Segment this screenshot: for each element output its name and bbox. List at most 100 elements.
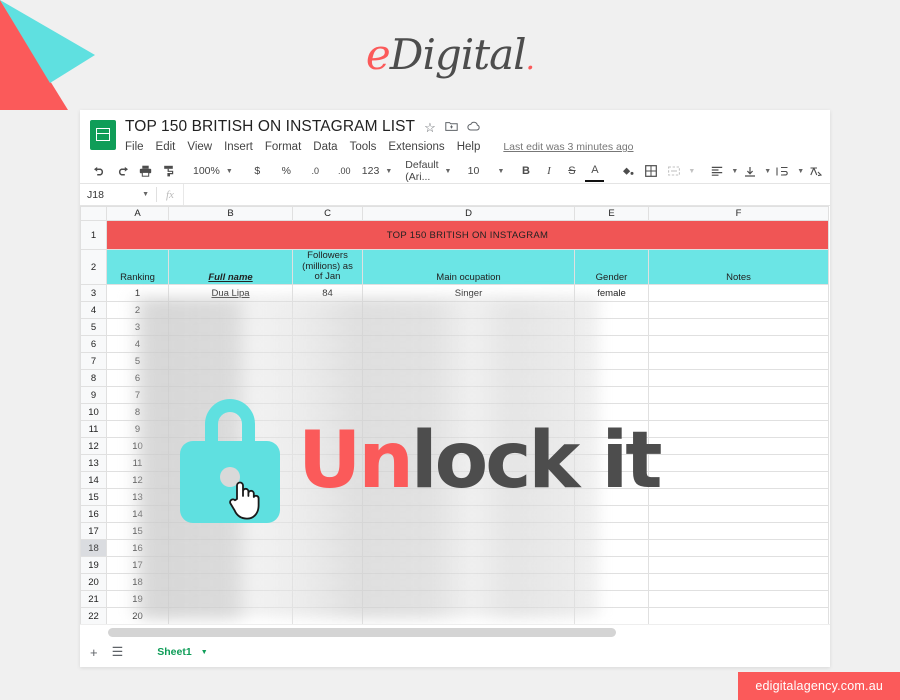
cell-gender[interactable]: female bbox=[574, 284, 649, 302]
cell-followers[interactable] bbox=[292, 573, 363, 591]
row-header[interactable]: 18 bbox=[80, 539, 107, 557]
move-to-folder-icon[interactable] bbox=[445, 121, 458, 134]
name-box[interactable]: J18 ▼ bbox=[80, 189, 156, 201]
cell-followers[interactable] bbox=[292, 607, 363, 624]
row-header[interactable]: 12 bbox=[80, 437, 107, 455]
cell-ranking[interactable]: 7 bbox=[106, 386, 169, 404]
cell-ranking[interactable]: 6 bbox=[106, 369, 169, 387]
horizontal-scrollbar-thumb[interactable] bbox=[108, 628, 616, 637]
horizontal-align-icon[interactable] bbox=[707, 162, 726, 181]
cell-occupation[interactable] bbox=[362, 301, 575, 319]
cell-gender[interactable] bbox=[574, 437, 649, 455]
zoom-control[interactable]: 100% ▼ bbox=[190, 165, 233, 177]
cell-full-name[interactable] bbox=[168, 573, 293, 591]
cell-gender[interactable] bbox=[574, 403, 649, 421]
formula-input[interactable] bbox=[182, 184, 830, 205]
column-header-c[interactable]: C bbox=[292, 206, 363, 221]
cell-notes[interactable] bbox=[648, 284, 829, 302]
cell-full-name[interactable] bbox=[168, 607, 293, 624]
cell-followers[interactable] bbox=[292, 386, 363, 404]
cell-full-name[interactable] bbox=[168, 301, 293, 319]
cell-occupation[interactable] bbox=[362, 386, 575, 404]
cell-notes[interactable] bbox=[648, 318, 829, 336]
cell-occupation[interactable] bbox=[362, 437, 575, 455]
cell-notes[interactable] bbox=[648, 403, 829, 421]
cell-gender[interactable] bbox=[574, 420, 649, 438]
row-header[interactable]: 10 bbox=[80, 403, 107, 421]
increase-decimal-button[interactable]: .00 bbox=[332, 162, 357, 181]
cell-followers[interactable] bbox=[292, 420, 363, 438]
row-header[interactable]: 1 bbox=[80, 220, 107, 250]
cell-gender[interactable] bbox=[574, 522, 649, 540]
cell-gender[interactable] bbox=[574, 386, 649, 404]
cell-gender[interactable] bbox=[574, 539, 649, 557]
cell-notes[interactable] bbox=[648, 488, 829, 506]
cell-full-name[interactable] bbox=[168, 556, 293, 574]
last-edit-status[interactable]: Last edit was 3 minutes ago bbox=[503, 141, 633, 153]
cell-gender[interactable] bbox=[574, 573, 649, 591]
chevron-down-icon[interactable]: ▼ bbox=[731, 168, 738, 175]
column-header-e[interactable]: E bbox=[574, 206, 649, 221]
cell-followers[interactable] bbox=[292, 352, 363, 370]
cell-notes[interactable] bbox=[648, 471, 829, 489]
row-header[interactable]: 20 bbox=[80, 573, 107, 591]
cell-occupation[interactable] bbox=[362, 539, 575, 557]
cell-gender[interactable] bbox=[574, 556, 649, 574]
font-family-select[interactable]: Default (Ari... ▼ bbox=[402, 159, 451, 183]
cell-followers[interactable] bbox=[292, 488, 363, 506]
cell-notes[interactable] bbox=[648, 505, 829, 523]
document-title[interactable]: TOP 150 BRITISH ON INSTAGRAM LIST bbox=[125, 118, 415, 136]
menu-edit[interactable]: Edit bbox=[156, 141, 176, 153]
merge-cells-icon[interactable] bbox=[664, 162, 683, 181]
cell-gender[interactable] bbox=[574, 369, 649, 387]
cell-ranking[interactable]: 1 bbox=[106, 284, 169, 302]
row-header[interactable]: 21 bbox=[80, 590, 107, 608]
cell-occupation[interactable] bbox=[362, 573, 575, 591]
font-size-select[interactable]: 10 ▼ bbox=[461, 165, 505, 177]
cell-notes[interactable] bbox=[648, 590, 829, 608]
cell-gender[interactable] bbox=[574, 505, 649, 523]
cell-full-name[interactable] bbox=[168, 318, 293, 336]
cell-occupation[interactable] bbox=[362, 522, 575, 540]
cell-ranking[interactable]: 9 bbox=[106, 420, 169, 438]
currency-format-button[interactable]: $ bbox=[245, 162, 270, 181]
cell-occupation[interactable] bbox=[362, 556, 575, 574]
cell-full-name[interactable] bbox=[168, 590, 293, 608]
cell-notes[interactable] bbox=[648, 420, 829, 438]
cell-full-name[interactable] bbox=[168, 437, 293, 455]
cell-followers[interactable] bbox=[292, 556, 363, 574]
cell-ranking[interactable]: 8 bbox=[106, 403, 169, 421]
menu-help[interactable]: Help bbox=[457, 141, 481, 153]
cell-ranking[interactable]: 20 bbox=[106, 607, 169, 624]
text-color-button[interactable]: A bbox=[585, 161, 605, 182]
number-format-menu[interactable]: 123 ▼ bbox=[359, 165, 392, 177]
cell-ranking[interactable]: 19 bbox=[106, 590, 169, 608]
cell-ranking[interactable]: 4 bbox=[106, 335, 169, 353]
row-header[interactable]: 11 bbox=[80, 420, 107, 438]
cell-occupation[interactable]: Singer bbox=[362, 284, 575, 302]
horizontal-scrollbar[interactable] bbox=[80, 624, 830, 639]
column-header-b[interactable]: B bbox=[168, 206, 293, 221]
borders-icon[interactable] bbox=[641, 162, 660, 181]
cell-notes[interactable] bbox=[648, 556, 829, 574]
cell-full-name[interactable] bbox=[168, 420, 293, 438]
row-header[interactable]: 9 bbox=[80, 386, 107, 404]
cell-occupation[interactable] bbox=[362, 488, 575, 506]
cell-full-name[interactable] bbox=[168, 352, 293, 370]
cell-full-name[interactable] bbox=[168, 403, 293, 421]
chevron-down-icon[interactable]: ▼ bbox=[688, 168, 695, 175]
cell-occupation[interactable] bbox=[362, 369, 575, 387]
cell-gender[interactable] bbox=[574, 471, 649, 489]
cell-gender[interactable] bbox=[574, 454, 649, 472]
cell-followers[interactable] bbox=[292, 403, 363, 421]
cell-full-name[interactable] bbox=[168, 386, 293, 404]
menu-format[interactable]: Format bbox=[265, 141, 301, 153]
cell-occupation[interactable] bbox=[362, 335, 575, 353]
cell-gender[interactable] bbox=[574, 335, 649, 353]
cell-notes[interactable] bbox=[648, 522, 829, 540]
cell-followers[interactable] bbox=[292, 318, 363, 336]
cell-notes[interactable] bbox=[648, 454, 829, 472]
cell-gender[interactable] bbox=[574, 318, 649, 336]
cell-full-name[interactable] bbox=[168, 369, 293, 387]
cell-ranking[interactable]: 5 bbox=[106, 352, 169, 370]
